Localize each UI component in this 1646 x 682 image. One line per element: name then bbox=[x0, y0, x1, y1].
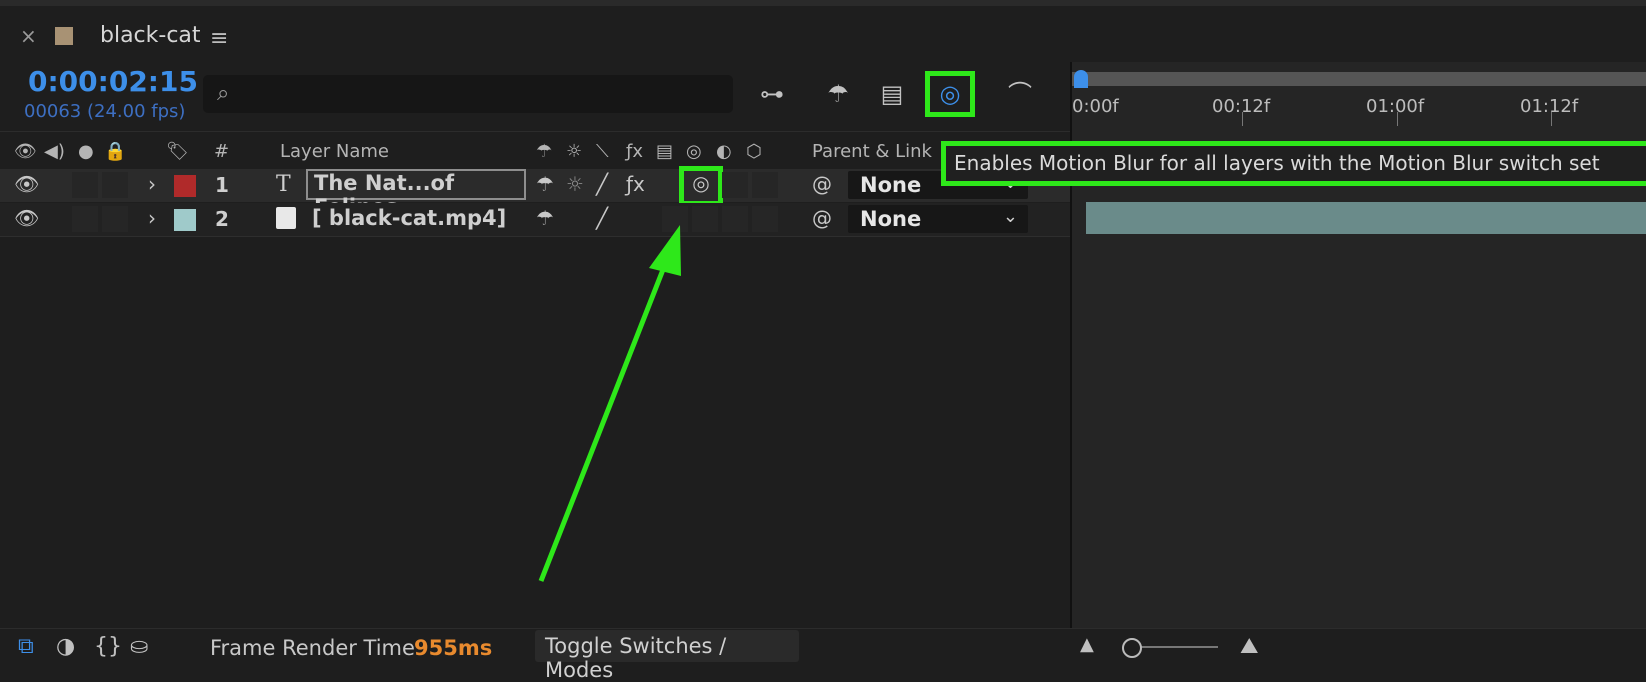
current-time-indicator[interactable] bbox=[1074, 70, 1088, 88]
collapse-switch-icon: ☼ bbox=[566, 141, 583, 162]
parent-value: None bbox=[860, 173, 922, 197]
current-time[interactable]: 0:00:02:15 bbox=[28, 65, 198, 98]
composition-swatch bbox=[55, 27, 73, 45]
footage-file-icon bbox=[276, 207, 296, 229]
chevron-down-icon: ⌄ bbox=[1002, 206, 1018, 227]
solo-toggle[interactable] bbox=[72, 206, 98, 232]
layer-index: 1 bbox=[215, 173, 229, 197]
layer-name[interactable]: The Nat...of Felines bbox=[306, 169, 526, 219]
lock-toggle[interactable] bbox=[102, 206, 128, 232]
solo-toggle[interactable] bbox=[72, 172, 98, 198]
panel-menu-icon[interactable]: ≡ bbox=[210, 26, 228, 51]
panel-tab: × black-cat ≡ bbox=[0, 6, 1646, 62]
frame-blend-switch[interactable] bbox=[662, 206, 688, 232]
shy-switch-icon: ☂ bbox=[536, 141, 553, 162]
quality-switch-icon[interactable]: ╱ bbox=[596, 206, 608, 230]
chevron-right-icon[interactable]: › bbox=[148, 206, 156, 230]
ruler-tick bbox=[1242, 112, 1243, 126]
pick-whip-icon[interactable]: @ bbox=[812, 206, 832, 230]
bottom-toolbar: ⧉ ◑ {} ⛀ Frame Render Time 955ms Toggle … bbox=[0, 628, 1646, 682]
layer-index: 2 bbox=[215, 207, 229, 231]
composition-tab-name[interactable]: black-cat bbox=[100, 23, 201, 48]
tooltip: Enables Motion Blur for all layers with … bbox=[941, 141, 1646, 186]
visibility-icon[interactable]: 👁 bbox=[14, 141, 37, 162]
frame-blending-icon[interactable]: ▤ bbox=[872, 76, 912, 112]
collapse-switch-icon[interactable]: ☼ bbox=[566, 172, 584, 196]
ruler-tick-label: 01:12f bbox=[1520, 96, 1579, 117]
layer-name-header[interactable]: Layer Name bbox=[280, 141, 389, 162]
frame-render-value: 955ms bbox=[414, 636, 493, 660]
layer-row[interactable]: 👁 › 1 T The Nat...of Felines ☂ ☼ ╱ ƒx ◎ … bbox=[0, 166, 1070, 219]
3d-switch[interactable] bbox=[752, 206, 778, 232]
close-icon[interactable]: × bbox=[20, 24, 37, 48]
toggle-switches-modes-button[interactable]: Toggle Switches / Modes bbox=[535, 630, 799, 682]
search-input[interactable]: ⌕ bbox=[203, 75, 733, 113]
render-time-icon[interactable]: ⛀ bbox=[130, 634, 148, 659]
3d-switch[interactable] bbox=[752, 172, 778, 198]
graph-editor-icon[interactable]: ⌒ bbox=[1000, 76, 1040, 112]
parent-link-header: Parent & Link bbox=[812, 141, 932, 162]
layer-duration-bar[interactable] bbox=[1086, 202, 1646, 234]
motion-blur-switch-icon: ◎ bbox=[686, 141, 702, 162]
visibility-toggle-icon[interactable]: 👁 bbox=[14, 172, 39, 196]
pick-whip-icon[interactable]: @ bbox=[812, 172, 832, 196]
work-area-bar[interactable] bbox=[1072, 72, 1646, 86]
audio-icon[interactable]: ◀) bbox=[44, 141, 65, 162]
layer-row[interactable]: 👁 › 2 [ black-cat.mp4] ☂ ╱ @ None ⌄ bbox=[0, 203, 1070, 237]
composition-flowchart-icon[interactable]: ⊶ bbox=[752, 76, 792, 112]
shy-layers-icon[interactable]: ☂ bbox=[818, 76, 858, 112]
layer-column-header: 👁 ◀) ● 🔒 🏷 # Layer Name ☂ ☼ ⟍ ƒx ▤ ◎ ◐ ⬡… bbox=[0, 131, 1070, 170]
label-icon[interactable]: 🏷 bbox=[166, 141, 189, 162]
frame-count: 00063 (24.00 fps) bbox=[24, 101, 186, 122]
shy-switch-icon[interactable]: ☂ bbox=[536, 172, 554, 196]
expand-collapse-icon[interactable]: {} bbox=[94, 634, 122, 659]
motion-blur-master-icon[interactable]: ◎ bbox=[925, 71, 975, 117]
ruler-tick bbox=[1551, 112, 1552, 126]
transfer-controls-icon[interactable]: ◑ bbox=[56, 634, 75, 659]
parent-value: None bbox=[860, 207, 922, 231]
lock-toggle[interactable] bbox=[102, 172, 128, 198]
ruler-tick bbox=[1397, 112, 1398, 126]
frame-render-label: Frame Render Time bbox=[210, 636, 415, 660]
adjustment-switch[interactable] bbox=[722, 172, 748, 198]
layer-name[interactable]: [ black-cat.mp4] bbox=[312, 206, 506, 230]
solo-icon[interactable]: ● bbox=[78, 141, 94, 162]
layer-switches-icon[interactable]: ⧉ bbox=[18, 634, 34, 659]
layer-label-color[interactable] bbox=[174, 209, 196, 231]
toggle-label: Toggle Switches / Modes bbox=[545, 634, 727, 682]
effects-switch-icon[interactable]: ƒx bbox=[626, 172, 645, 196]
search-icon: ⌕ bbox=[217, 81, 230, 106]
layer-label-color[interactable] bbox=[174, 175, 196, 197]
zoom-slider-handle[interactable] bbox=[1122, 638, 1142, 658]
effects-switch-icon: ƒx bbox=[626, 141, 643, 162]
parent-dropdown[interactable]: None ⌄ bbox=[848, 205, 1028, 233]
ruler-tick-label: 0:00f bbox=[1072, 96, 1119, 117]
zoom-in-icon[interactable]: ⛰ bbox=[1240, 634, 1258, 659]
quality-switch-icon: ⟍ bbox=[596, 141, 609, 162]
lock-icon[interactable]: 🔒 bbox=[104, 141, 126, 162]
ruler-tick-label: 01:00f bbox=[1366, 96, 1425, 117]
quality-switch-icon[interactable]: ╱ bbox=[596, 172, 608, 196]
shy-switch-icon[interactable]: ☂ bbox=[536, 206, 554, 230]
visibility-toggle-icon[interactable]: 👁 bbox=[14, 206, 39, 230]
zoom-out-icon[interactable]: ▲ bbox=[1080, 634, 1094, 655]
index-header: # bbox=[214, 141, 230, 162]
adjustment-switch[interactable] bbox=[722, 206, 748, 232]
motion-blur-switch[interactable] bbox=[692, 206, 718, 232]
zoom-slider[interactable] bbox=[1130, 646, 1218, 648]
text-layer-icon: T bbox=[276, 172, 291, 197]
chevron-right-icon[interactable]: › bbox=[148, 172, 156, 196]
adjustment-switch-icon: ◐ bbox=[716, 141, 732, 162]
frame-blend-switch-icon: ▤ bbox=[656, 141, 674, 162]
3d-switch-icon: ⬡ bbox=[746, 141, 762, 162]
motion-blur-layer-switch-icon[interactable]: ◎ bbox=[679, 166, 723, 206]
